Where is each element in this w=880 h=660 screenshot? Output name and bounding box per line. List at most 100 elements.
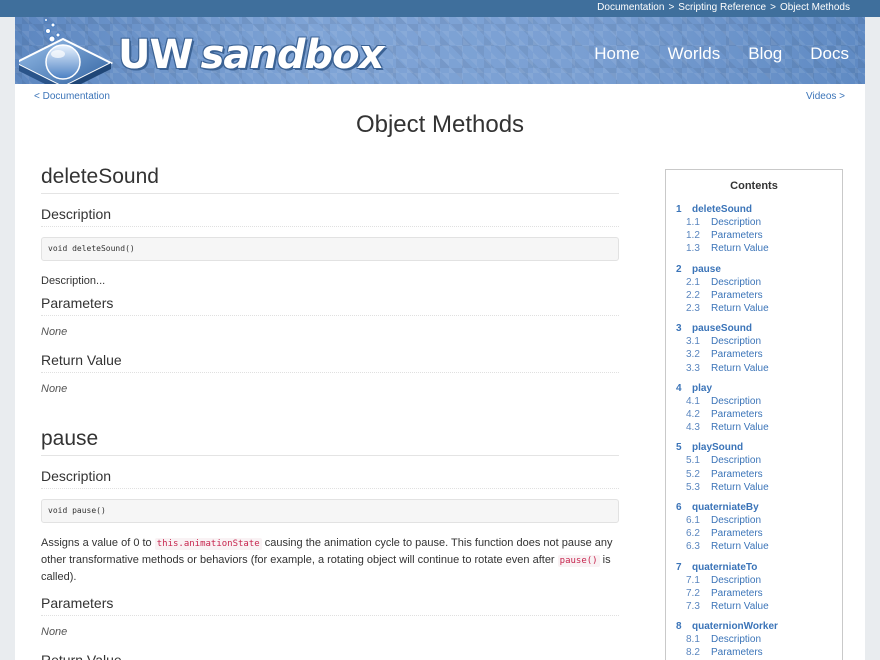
toc-sublabel: Parameters — [711, 349, 763, 361]
toc-link[interactable]: 6 quaterniateBy — [666, 501, 842, 514]
code-block: void deleteSound() — [41, 237, 619, 261]
top-bar: Documentation > Scripting Reference > Object… — [0, 0, 880, 17]
description-text: Assigns a value of 0 to this.animationSt… — [41, 535, 619, 585]
toc-number: 4 — [676, 382, 682, 394]
toc-sublink[interactable]: 2.2 Parameters — [666, 289, 842, 302]
toc-subnumber: 2.1 — [686, 276, 700, 288]
nav-blog[interactable]: Blog — [748, 44, 782, 64]
toc-item: 2 pause 2.1 Description 2.2 Parameters 2.3 Retu… — [666, 263, 842, 316]
toc-subnumber: 2.2 — [686, 289, 700, 301]
toc-sublink[interactable]: 6.3 Return Value — [666, 540, 842, 553]
site-header: UW sandbox Home Worlds Blog Docs — [12, 17, 865, 93]
toc-sublink[interactable]: 6.2 Parameters — [666, 527, 842, 540]
toc-sublabel: Return Value — [711, 422, 769, 434]
toc-sublabel: Return Value — [711, 601, 769, 613]
nav-worlds[interactable]: Worlds — [668, 44, 721, 64]
toc-sublink[interactable]: 2.3 Return Value — [666, 302, 842, 315]
toc-item: 7 quaterniateTo 7.1 Description 7.2 Parameter… — [666, 561, 842, 614]
logo-wordmark-uw: UW — [118, 32, 194, 78]
breadcrumb-current[interactable]: Object Methods — [780, 2, 850, 13]
breadcrumb: Documentation > Scripting Reference > Object… — [597, 2, 850, 13]
method-heading-pause: pause — [41, 427, 619, 456]
breadcrumb-scripting-reference[interactable]: Scripting Reference — [678, 2, 766, 13]
main-content: deleteSound Description void deleteSound… — [41, 165, 619, 660]
toc-subnumber: 6.3 — [686, 541, 700, 553]
toc-link[interactable]: 1 deleteSound — [666, 203, 842, 216]
toc-sublabel: Description — [711, 515, 762, 527]
toc-label: playSound — [692, 442, 744, 454]
parameters-heading: Parameters — [41, 595, 619, 616]
toc-link[interactable]: 7 quaterniateTo — [666, 561, 842, 574]
toc-sublink[interactable]: 4.2 Parameters — [666, 408, 842, 421]
toc-sublabel: Description — [711, 276, 762, 288]
next-page-link[interactable]: Videos > — [806, 91, 845, 102]
toc-subnumber: 1.1 — [686, 217, 700, 228]
toc-sublabel: Parameters — [711, 647, 763, 659]
toc-link[interactable]: 3 pauseSound — [666, 322, 842, 335]
toc-link[interactable]: 4 play — [666, 382, 842, 395]
logo-wordmark[interactable]: UW sandbox — [118, 32, 385, 78]
toc-number: 6 — [676, 502, 682, 514]
toc-number: 1 — [676, 204, 682, 215]
toc-sublink[interactable]: 5.3 Return Value — [666, 481, 842, 494]
toc-sublink[interactable]: 6.1 Description — [666, 514, 842, 527]
toc-sublink[interactable]: 5.2 Parameters — [666, 468, 842, 481]
toc-sublink[interactable]: 3.2 Parameters — [666, 348, 842, 361]
toc-subnumber: 3.3 — [686, 362, 700, 374]
toc-sublink[interactable]: 5.1 Description — [666, 454, 842, 467]
toc-number: 2 — [676, 263, 682, 275]
toc-subnumber: 3.2 — [686, 349, 700, 361]
page-title: Object Methods — [355, 111, 525, 138]
toc-sublink[interactable]: 3.1 Description — [666, 335, 842, 348]
nav-home[interactable]: Home — [594, 44, 639, 64]
table-of-contents: Contents 1 deleteSound 1.1 Description 1.2 Pa… — [665, 169, 843, 660]
toc-sublink[interactable]: 1.2 Parameters — [666, 229, 842, 242]
toc-subnumber: 4.2 — [686, 409, 700, 421]
toc-sublink[interactable]: 8.2 Parameters — [666, 646, 842, 659]
description-heading: Description — [41, 468, 619, 489]
inline-code: pause() — [557, 555, 600, 567]
code-block: void pause() — [41, 499, 619, 523]
toc-link[interactable]: 5 playSound — [666, 441, 842, 454]
toc-item: 4 play 4.1 Description 4.2 Parameters 4.3 Retur… — [666, 382, 842, 435]
toc-sublabel: Parameters — [711, 587, 763, 599]
description-text: Description... — [41, 275, 106, 287]
toc-sublink[interactable]: 4.3 Return Value — [666, 421, 842, 434]
toc-sublink[interactable]: 8.1 Description — [666, 633, 842, 646]
toc-item: 8 quaternionWorker 8.1 Description 8.2 Parame… — [666, 620, 842, 660]
toc-link[interactable]: 8 quaternionWorker — [666, 620, 842, 633]
toc-sublabel: Parameters — [711, 409, 763, 421]
toc-subnumber: 3.1 — [686, 336, 700, 348]
toc-item: 3 pauseSound 3.1 Description 3.2 Parameters 3.… — [666, 322, 842, 375]
main-nav: Home Worlds Blog Docs — [566, 44, 849, 64]
prev-page-link[interactable]: < Documentation — [34, 91, 110, 102]
toc-subnumber: 5.1 — [686, 455, 700, 467]
logo-wordmark-sandbox: sandbox — [200, 32, 385, 78]
toc-subnumber: 2.3 — [686, 303, 700, 315]
toc-sublink[interactable]: 4.1 Description — [666, 395, 842, 408]
toc-sublabel: Parameters — [711, 230, 763, 242]
toc-subnumber: 1.3 — [686, 243, 700, 255]
nav-docs[interactable]: Docs — [810, 44, 849, 64]
toc-subnumber: 5.2 — [686, 468, 700, 480]
toc-sublink[interactable]: 7.2 Parameters — [666, 587, 842, 600]
toc-sublabel: Description — [711, 634, 762, 646]
toc-sublink[interactable]: 1.3 Return Value — [666, 242, 842, 255]
toc-sublink[interactable]: 7.3 Return Value — [666, 600, 842, 613]
toc-sublink[interactable]: 1.1 Description — [666, 216, 842, 229]
toc-label: pauseSound — [692, 323, 753, 335]
toc-sublink[interactable]: 7.1 Description — [666, 574, 842, 587]
toc-sublabel: Return Value — [711, 481, 769, 493]
breadcrumb-documentation[interactable]: Documentation — [597, 2, 664, 13]
toc-sublabel: Parameters — [711, 289, 763, 301]
toc-subnumber: 8.1 — [686, 634, 700, 646]
toc-link[interactable]: 2 pause — [666, 263, 842, 276]
inline-code: this.animationState — [154, 538, 262, 550]
return-value: None — [41, 383, 68, 395]
toc-label: play — [692, 382, 713, 394]
toc-sublink[interactable]: 2.1 Description — [666, 276, 842, 289]
toc-item: 5 playSound 5.1 Description 5.2 Parameters 5.3… — [666, 441, 842, 494]
toc-sublink[interactable]: 3.3 Return Value — [666, 362, 842, 375]
parameters-value: None — [41, 326, 68, 338]
toc-sublabel: Description — [711, 455, 762, 467]
